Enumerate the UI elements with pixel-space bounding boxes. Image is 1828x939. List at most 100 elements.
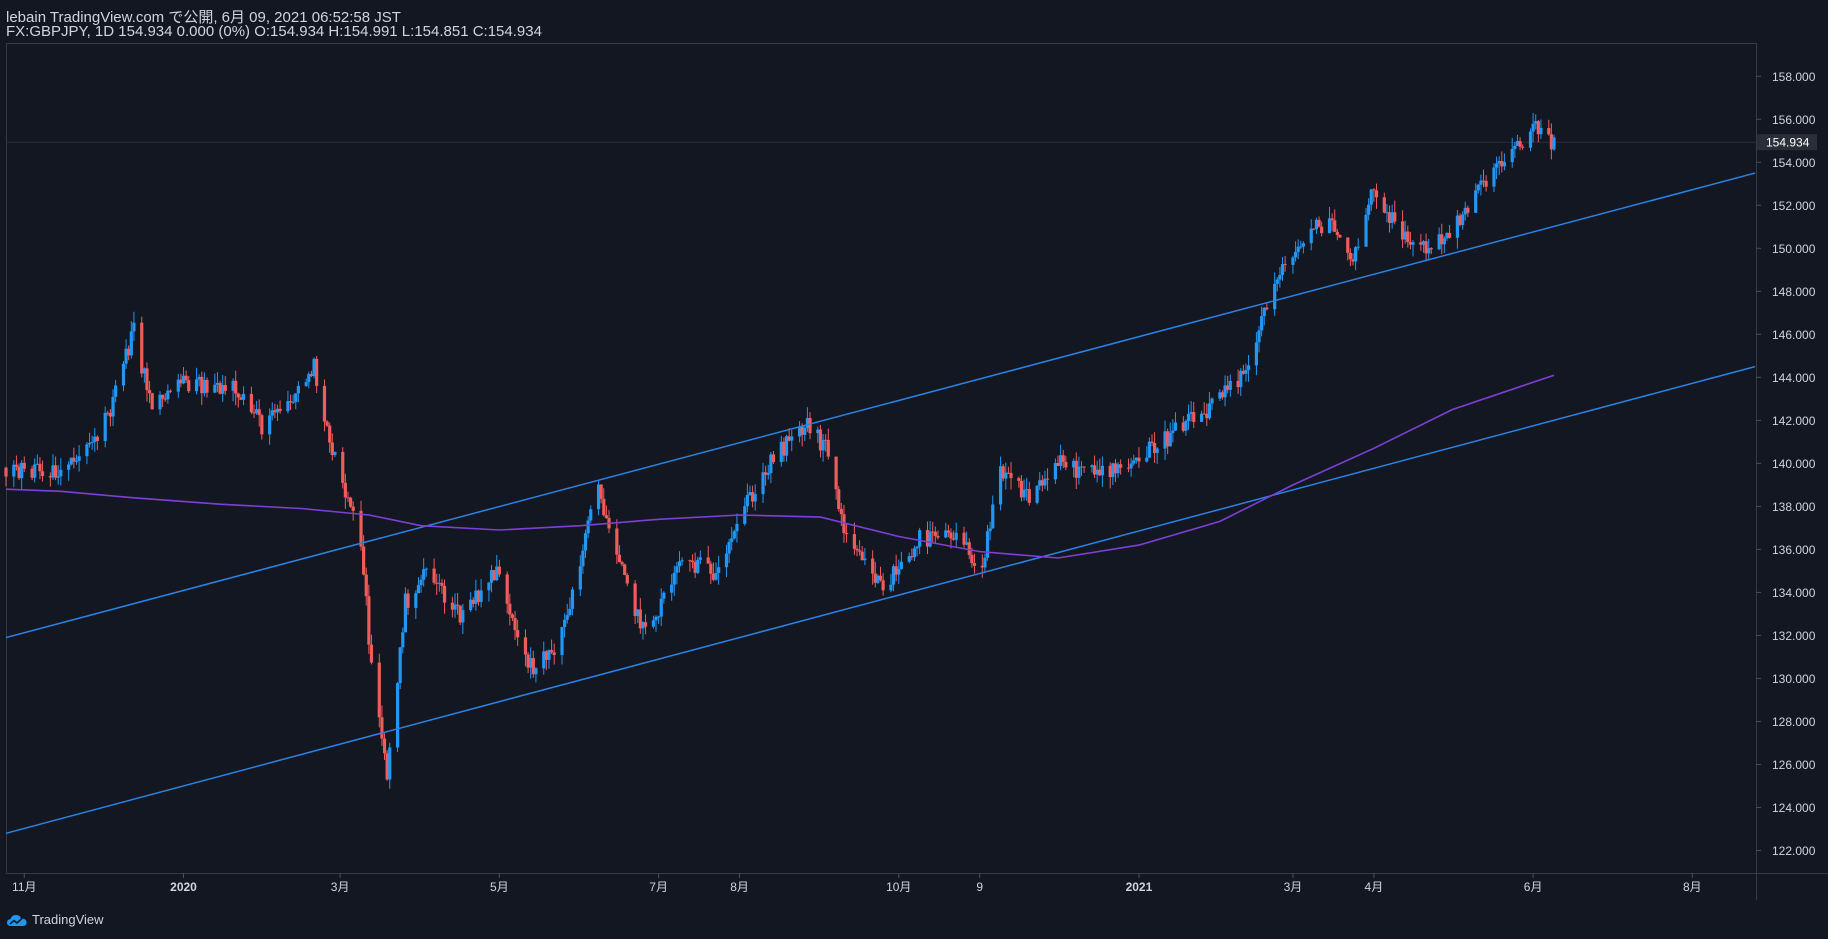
candle-body <box>821 439 825 451</box>
candle-body <box>717 567 721 573</box>
candle-body <box>1528 131 1533 148</box>
candle-body <box>834 456 838 490</box>
candle-body <box>304 382 308 386</box>
candle-body <box>487 582 491 591</box>
candle-body <box>168 390 173 392</box>
candle-body <box>406 593 410 608</box>
last-price-value: 154.934 <box>1766 136 1810 150</box>
candle-body <box>322 385 327 422</box>
candle-body <box>1411 242 1415 245</box>
candle-body <box>440 582 444 586</box>
candle-body <box>1513 145 1517 150</box>
y-tick-label: 124.000 <box>1772 801 1816 815</box>
candle-body <box>1257 330 1261 343</box>
candle-body <box>677 561 682 567</box>
candle-body <box>341 451 345 483</box>
y-tick-label: 146.000 <box>1772 328 1816 342</box>
footer-brand[interactable]: TradingView <box>6 912 104 927</box>
candle-body <box>1442 238 1446 245</box>
candle-body <box>1045 478 1050 480</box>
candle-body <box>724 553 729 568</box>
candle-body <box>1492 167 1496 187</box>
candle-body <box>1275 279 1279 284</box>
y-tick-label: 134.000 <box>1772 586 1816 600</box>
candle-body <box>1061 455 1065 462</box>
overlays <box>5 172 1756 835</box>
candle-body <box>1476 184 1480 191</box>
x-tick-label: 3月 <box>1284 880 1303 894</box>
candle-body <box>223 385 227 391</box>
candle-body <box>563 619 567 628</box>
candle-body <box>1547 127 1551 135</box>
candle-body <box>424 568 428 570</box>
candle-body <box>662 592 666 599</box>
candle-body <box>187 380 191 392</box>
candle-body <box>296 385 300 394</box>
x-tick-label: 2021 <box>1126 880 1153 894</box>
candle-body <box>103 412 107 442</box>
candle-body <box>132 322 136 332</box>
candle-body <box>1199 413 1204 422</box>
candle-body <box>419 579 423 586</box>
candle-body <box>398 647 402 684</box>
candle-body <box>560 627 564 656</box>
y-tick-label: 154.000 <box>1772 156 1816 170</box>
candle-body <box>161 394 165 399</box>
candle-body <box>140 322 144 374</box>
candle-body <box>1372 189 1376 191</box>
candle-body <box>1027 489 1031 503</box>
candle-body <box>803 427 807 435</box>
x-tick-label: 6月 <box>1524 880 1543 894</box>
candle-body <box>670 584 674 593</box>
candle-body <box>604 515 609 519</box>
candle-body <box>855 548 859 551</box>
candle-body <box>53 465 58 478</box>
candle-body <box>897 568 901 575</box>
candle-body <box>416 585 421 594</box>
y-tick-label: 150.000 <box>1772 242 1816 256</box>
last-price-label: 154.934 <box>1757 134 1817 151</box>
candle-body <box>1244 369 1248 374</box>
candle-body <box>657 616 661 618</box>
trendline <box>5 365 1756 835</box>
candle-body <box>56 476 60 478</box>
candle-body <box>690 560 695 563</box>
candle-body <box>1035 485 1039 503</box>
candle-body <box>1273 283 1277 310</box>
candle-body <box>985 531 990 558</box>
candle-body <box>1348 252 1352 260</box>
candle-body <box>808 418 812 434</box>
candle-body <box>766 473 770 475</box>
tradingview-cloud-icon <box>7 914 27 926</box>
candle-body <box>727 541 731 554</box>
candle-body <box>1346 237 1350 253</box>
candle-body <box>1301 243 1305 247</box>
candle-body <box>505 574 509 604</box>
candle-body <box>1265 307 1269 310</box>
candle-body <box>1364 214 1368 247</box>
candle-body <box>1466 207 1470 213</box>
candle-body <box>1521 146 1525 148</box>
candle-body <box>1327 218 1332 234</box>
candle-body <box>675 566 679 573</box>
candle-body <box>1283 264 1287 266</box>
candle-body <box>22 462 26 469</box>
candle-body <box>377 662 381 718</box>
y-tick-label: 132.000 <box>1772 629 1816 643</box>
candle-body <box>1338 234 1342 238</box>
x-axis: 11月 2020 3月 5月 7月 8月 10月 9 2021 3月 4月 6月 8月 <box>12 873 1702 894</box>
candle-body <box>620 562 624 565</box>
candle-body <box>343 482 347 498</box>
candle-body <box>844 533 849 535</box>
candle-body <box>970 554 974 564</box>
candle-body <box>1043 478 1047 486</box>
candle-body <box>730 538 734 542</box>
candle-body <box>881 580 885 591</box>
candle-body <box>1429 248 1433 250</box>
x-tick-label: 9 <box>976 880 983 894</box>
candlestick-chart[interactable]: 122.000 124.000 126.000 128.000 130.000 132.0… <box>0 0 1828 939</box>
candle-body <box>260 415 264 435</box>
candle-body <box>14 464 19 467</box>
candle-body <box>1168 432 1172 447</box>
candle-body <box>1207 403 1212 419</box>
